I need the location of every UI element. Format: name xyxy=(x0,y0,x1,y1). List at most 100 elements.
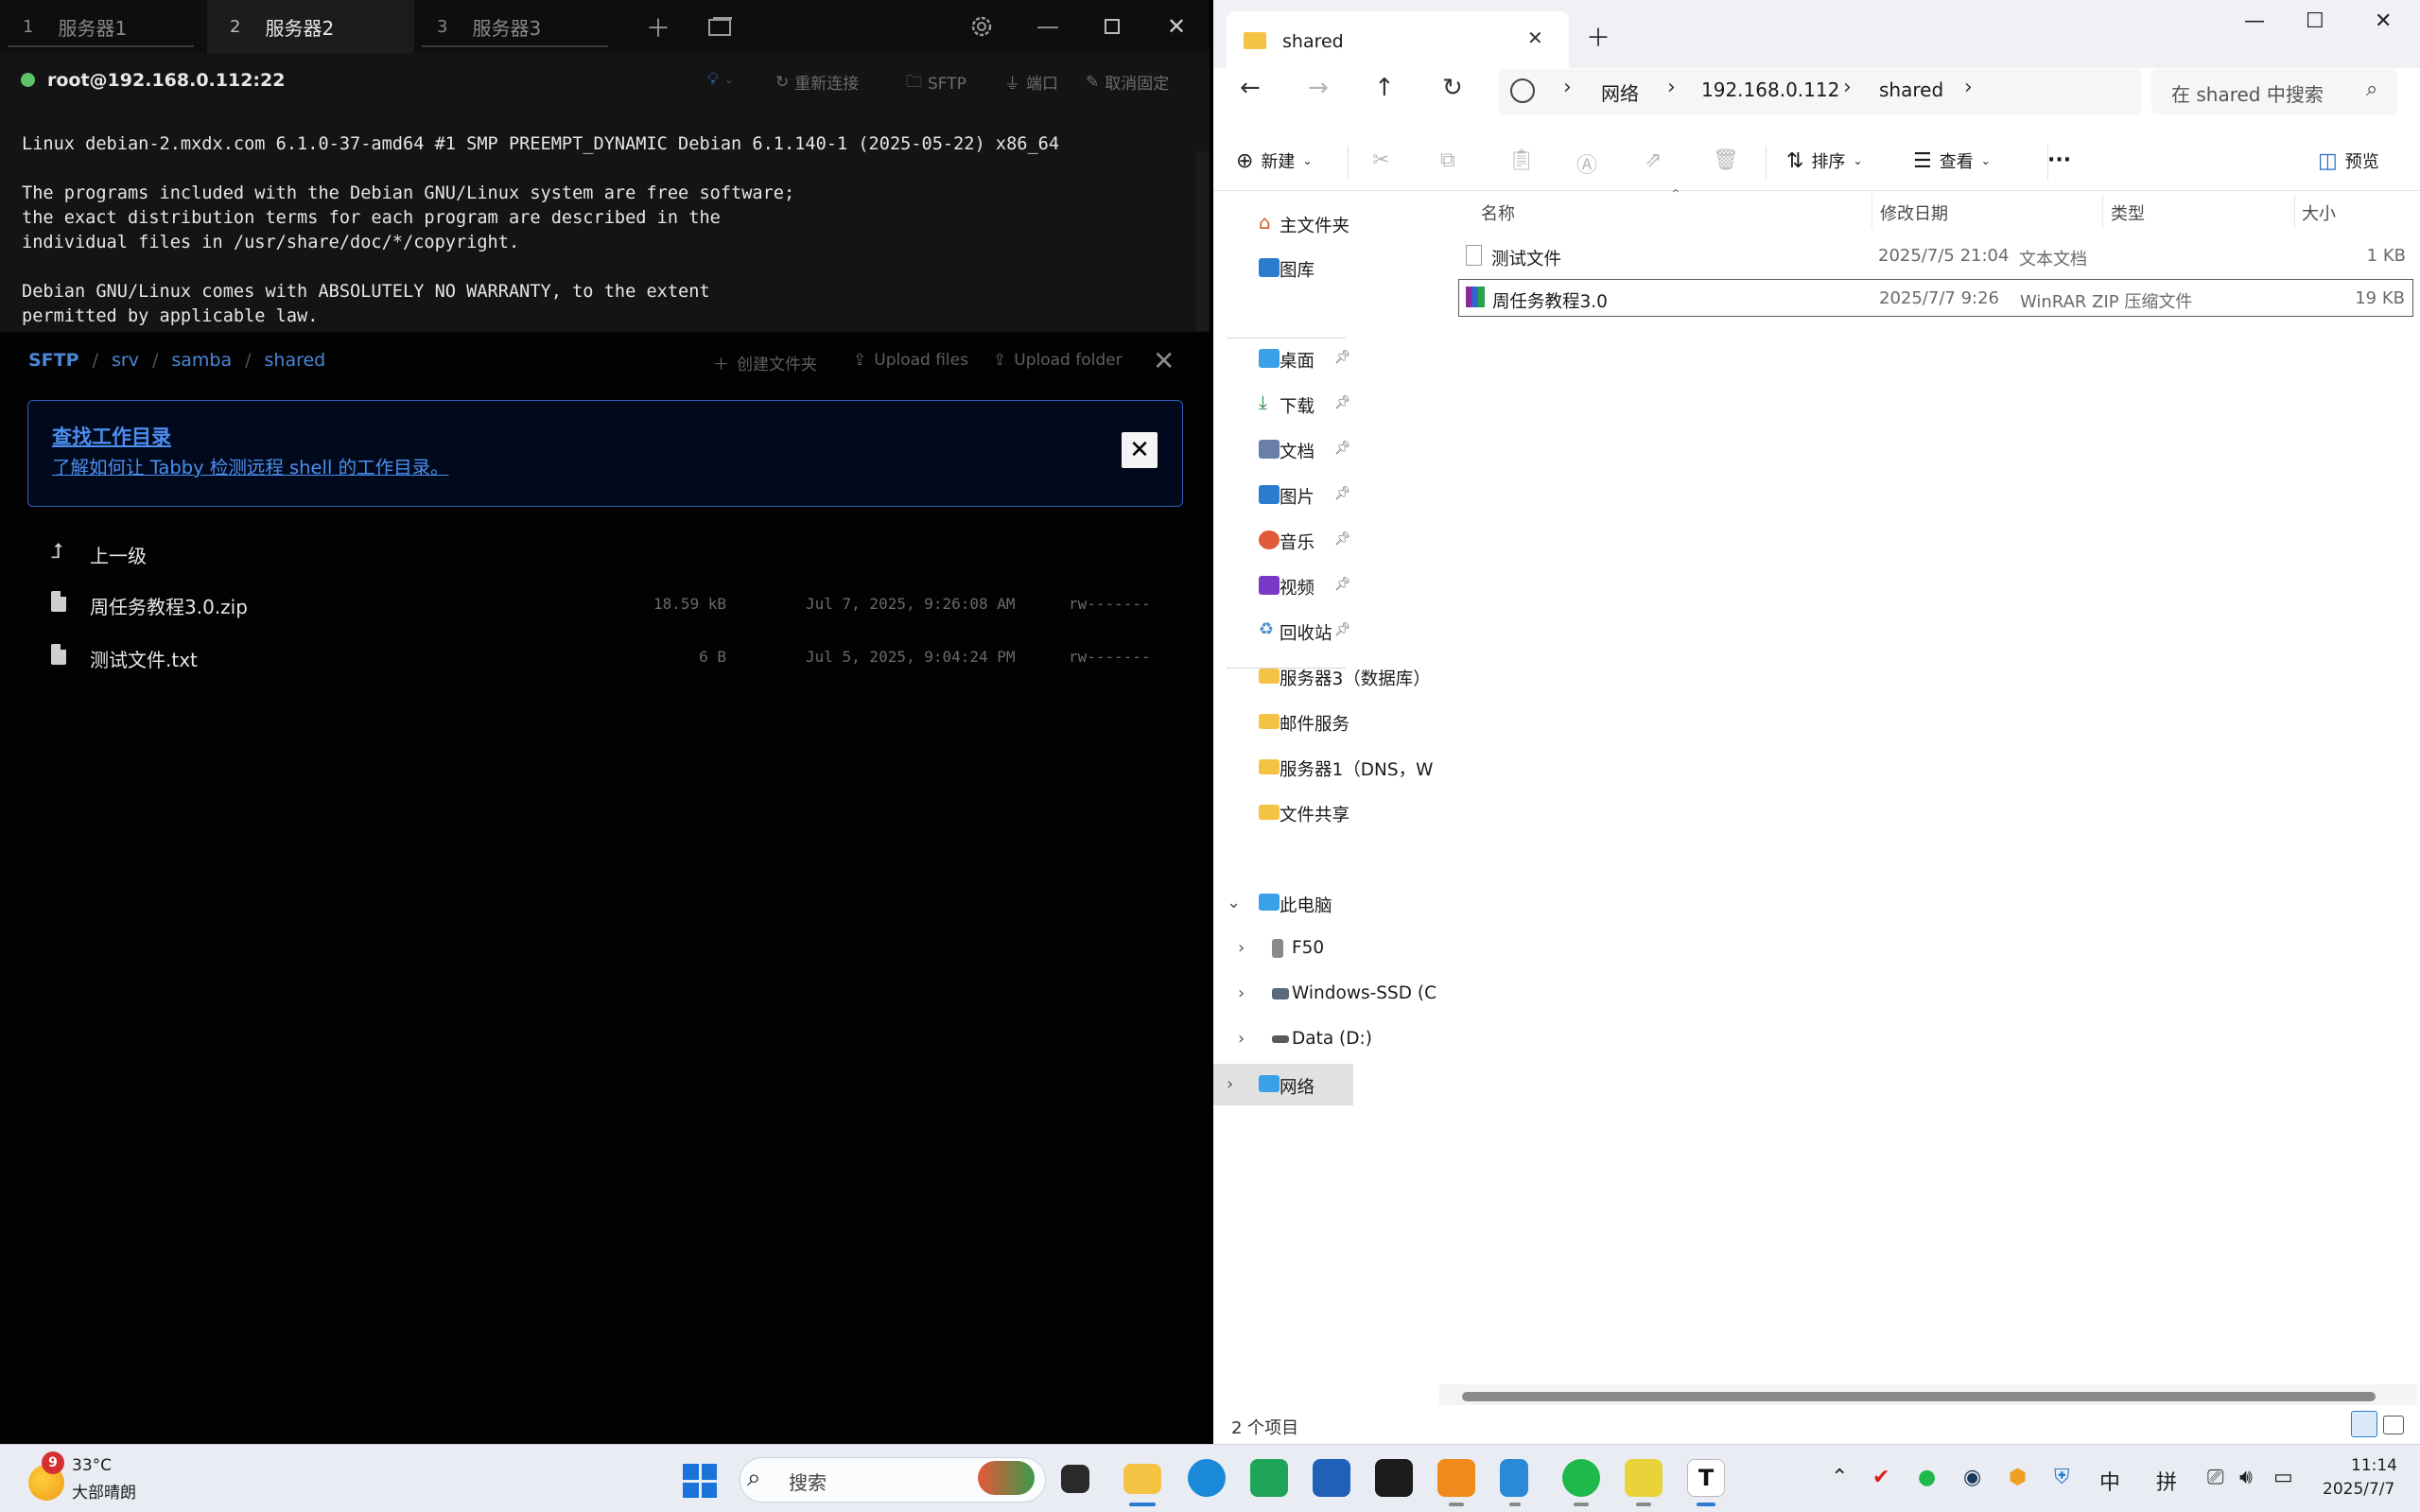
ime-pinyin-indicator[interactable]: 拼 xyxy=(2156,1466,2177,1496)
sidebar-item-videos[interactable]: 视频 📌︎ xyxy=(1213,565,1353,606)
minimize-icon[interactable]: — xyxy=(1027,0,1069,53)
chevron-right-icon[interactable]: › xyxy=(1238,938,1245,958)
sidebar-item-network[interactable]: › 网络 xyxy=(1213,1064,1353,1105)
battery-icon[interactable]: ▭ xyxy=(2273,1466,2293,1489)
explorer-tab-shared[interactable]: shared ✕ xyxy=(1227,11,1569,68)
tray-app-icon[interactable]: ✔ xyxy=(1872,1466,1889,1489)
details-view-icon[interactable] xyxy=(2351,1411,2377,1437)
sidebar-folder[interactable]: 服务器1（DNS，W xyxy=(1213,746,1433,788)
up-arrow-icon[interactable]: ↑ xyxy=(1374,74,1395,102)
pin-icon[interactable]: 📌︎ xyxy=(1334,531,1351,547)
tab-server3[interactable]: 3 服务器3 xyxy=(414,0,621,53)
tab-server2[interactable]: 2 服务器2 xyxy=(207,0,414,53)
preview-button[interactable]: ◫ 预览 xyxy=(2318,148,2379,173)
new-tab-plus-icon[interactable]: ＋ xyxy=(1586,19,1610,54)
column-divider[interactable] xyxy=(2294,195,2295,229)
terminal-output[interactable]: Linux debian-2.mxdx.com 6.1.0-37-amd64 #… xyxy=(0,110,1210,332)
colorful-app-icon[interactable] xyxy=(1625,1459,1663,1497)
crumb-ip[interactable]: 192.168.0.112 xyxy=(1701,78,1839,101)
settings-gear-icon[interactable] xyxy=(961,0,1002,53)
volume-icon[interactable]: 🔊︎ xyxy=(2239,1466,2253,1489)
maximize-icon[interactable] xyxy=(1091,0,1133,53)
reconnect-button[interactable]: ↻ 重新连接 xyxy=(775,70,859,95)
sidebar-item-drive[interactable]: › Data (D:) xyxy=(1213,1018,1372,1060)
sftp-parent-row[interactable]: ⮥ 上一级 xyxy=(28,534,1192,572)
refresh-icon[interactable]: ↻ xyxy=(1442,74,1463,102)
network-icon[interactable]: ⎚ xyxy=(2207,1466,2224,1489)
sidebar-item-this-pc[interactable]: ⌄ 此电脑 xyxy=(1213,882,1353,924)
sftp-crumb-root[interactable]: SFTP xyxy=(28,350,79,371)
terminal-scrollbar[interactable] xyxy=(1196,151,1210,331)
sftp-button[interactable]: 🗀 SFTP xyxy=(906,70,966,97)
clock-time[interactable]: 11:14 xyxy=(2351,1456,2397,1475)
start-windows-icon[interactable] xyxy=(683,1464,717,1498)
chevron-down-icon[interactable]: ⌄ xyxy=(1227,893,1241,912)
sidebar-folder[interactable]: 服务器3（数据库） xyxy=(1213,655,1431,697)
chevron-right-icon[interactable]: › xyxy=(1238,1029,1245,1049)
microsoft-store-icon[interactable] xyxy=(1313,1459,1350,1497)
create-folder-button[interactable]: ＋创建文件夹 xyxy=(713,351,817,374)
sidebar-item-pictures[interactable]: 图片 📌︎ xyxy=(1213,474,1353,515)
column-header-size[interactable]: 大小 xyxy=(2302,200,2336,225)
sftp-crumb-shared[interactable]: shared xyxy=(265,350,326,371)
sidebar-folder[interactable]: 邮件服务 xyxy=(1213,701,1353,742)
chevron-right-icon[interactable]: › xyxy=(1238,983,1245,1003)
sftp-crumb-samba[interactable]: samba xyxy=(171,350,232,371)
sidebar-folder[interactable]: 文件共享 xyxy=(1213,791,1353,833)
chevron-up-icon[interactable]: ⌃ xyxy=(1831,1466,1848,1489)
ports-button[interactable]: ⏚ 端口 xyxy=(1004,70,1058,94)
tab-server1[interactable]: 1 服务器1 xyxy=(0,0,207,53)
vmware-app-icon[interactable] xyxy=(1437,1459,1475,1497)
crumb-shared[interactable]: shared xyxy=(1879,78,1943,101)
delete-icon[interactable]: 🗑︎ xyxy=(1713,148,1739,172)
paste-icon[interactable]: 📋︎ xyxy=(1508,148,1535,172)
forward-arrow-icon[interactable]: → xyxy=(1308,74,1329,102)
copy-icon[interactable]: ⧉ xyxy=(1440,148,1455,172)
upload-files-button[interactable]: ⇪ Upload files xyxy=(853,351,968,370)
file-row[interactable]: 测试文件 2025/7/5 21:04 文本文档 1 KB xyxy=(1458,237,2413,275)
upload-folder-button[interactable]: ⇪ Upload folder xyxy=(993,351,1123,370)
unity-app-icon[interactable] xyxy=(1375,1459,1413,1497)
tabby-app-icon[interactable]: T xyxy=(1687,1459,1725,1497)
new-tab-plus-icon[interactable]: ＋ xyxy=(637,0,679,53)
pin-icon[interactable]: 📌︎ xyxy=(1334,350,1351,365)
wechat-tray-icon[interactable]: ● xyxy=(1918,1466,1936,1489)
new-button[interactable]: ⊕ 新建 ⌄ xyxy=(1236,148,1313,173)
notice-close-button[interactable]: ✕ xyxy=(1122,432,1158,468)
task-view-icon[interactable] xyxy=(1061,1465,1089,1493)
wechat-icon[interactable] xyxy=(1562,1459,1600,1497)
weather-temperature[interactable]: 33°C xyxy=(72,1456,112,1475)
terminal-app-icon[interactable] xyxy=(1500,1459,1528,1497)
horizontal-scrollbar-thumb[interactable] xyxy=(1462,1392,2376,1401)
file-explorer-taskbar-icon[interactable] xyxy=(1123,1464,1161,1494)
file-row-selected[interactable]: 周任务教程3.0 2025/7/7 9:26 WinRAR ZIP 压缩文件 1… xyxy=(1458,279,2413,317)
sort-button[interactable]: ⇅ 排序 ⌄ xyxy=(1786,148,1863,173)
sidebar-item-documents[interactable]: 文档 📌︎ xyxy=(1213,428,1353,470)
pin-icon[interactable]: 📌︎ xyxy=(1334,441,1351,456)
pin-icon[interactable]: 📌︎ xyxy=(1334,622,1351,637)
tab-close-icon[interactable]: ✕ xyxy=(1527,26,1543,49)
sidebar-item-recycle-bin[interactable]: ♻ 回收站 📌︎ xyxy=(1213,610,1353,652)
column-divider[interactable] xyxy=(2102,195,2103,229)
back-arrow-icon[interactable]: ← xyxy=(1240,74,1261,102)
sftp-file-row[interactable]: 测试文件.txt 6 B Jul 5, 2025, 9:04:24 PM rw-… xyxy=(28,638,1192,676)
steam-icon[interactable]: ◉ xyxy=(1963,1466,1981,1489)
clock-date[interactable]: 2025/7/7 xyxy=(2323,1480,2394,1499)
sidebar-item-home[interactable]: ⌂ 主文件夹 xyxy=(1213,202,1353,244)
maximize-icon[interactable]: ☐ xyxy=(2306,9,2324,33)
crumb-network[interactable]: 网络 xyxy=(1601,78,1639,106)
minimize-icon[interactable]: — xyxy=(2244,9,2265,33)
tray-shield-icon[interactable]: ⬢ xyxy=(2009,1466,2027,1489)
more-options-button[interactable]: ··· xyxy=(2047,148,2071,172)
ime-chinese-indicator[interactable]: 中 xyxy=(2099,1466,2120,1496)
share-icon[interactable]: ⇗ xyxy=(1645,148,1662,172)
tiles-view-icon[interactable] xyxy=(2383,1416,2404,1434)
notice-title[interactable]: 查找工作目录 xyxy=(52,422,171,450)
column-header-name[interactable]: 名称 xyxy=(1481,200,1515,225)
sidebar-item-gallery[interactable]: 图库 xyxy=(1213,247,1353,288)
pin-icon[interactable]: 📌︎ xyxy=(1334,577,1351,592)
sftp-close-icon[interactable]: ✕ xyxy=(1153,345,1175,376)
chevron-right-icon[interactable]: › xyxy=(1227,1074,1233,1094)
sidebar-item-downloads[interactable]: ⤓ 下载 📌︎ xyxy=(1213,383,1353,425)
column-header-type[interactable]: 类型 xyxy=(2111,200,2145,225)
